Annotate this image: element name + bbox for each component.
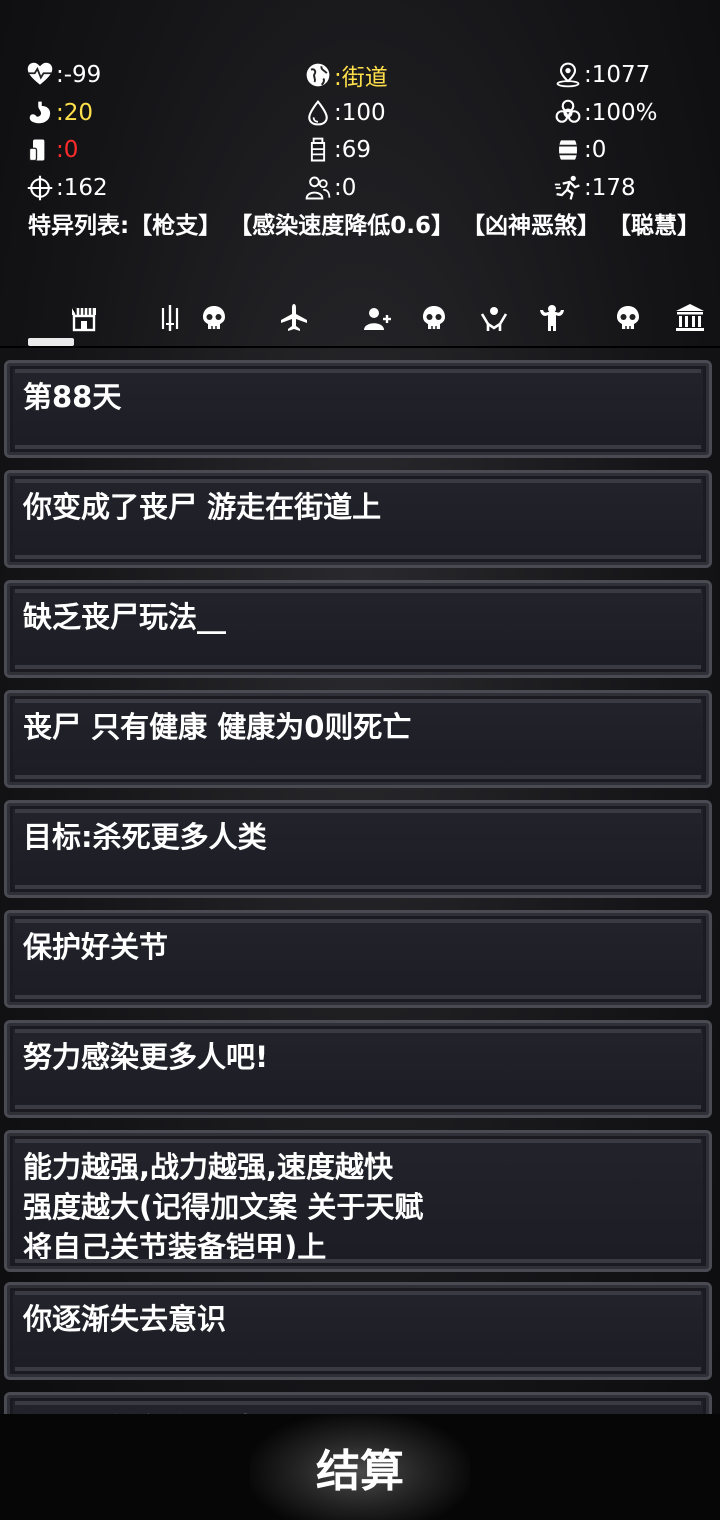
bottle-icon	[304, 136, 332, 164]
stat-item: :0	[554, 133, 606, 167]
hands-icon	[478, 302, 510, 338]
message-text: 保护好关节	[23, 930, 169, 964]
stat-item: :街道	[304, 58, 388, 92]
globe-icon	[304, 61, 332, 89]
airplane-icon	[278, 302, 310, 338]
stat-value: :20	[56, 99, 94, 126]
stat-row: :162 :0 :178	[26, 171, 706, 209]
skull-icon	[612, 302, 644, 338]
stat-value: :0	[56, 137, 79, 163]
message-text: 目标:杀死更多人类	[23, 820, 267, 854]
phone-icon	[26, 136, 54, 164]
barrel-icon	[554, 136, 582, 164]
running-icon	[554, 174, 582, 202]
stat-item: :-99	[26, 58, 101, 92]
stat-value: :0	[334, 174, 357, 201]
tab-muscle-icon[interactable]	[530, 300, 574, 340]
message-text: 你逐渐失去意识	[23, 1302, 227, 1336]
stat-item: :178	[554, 171, 636, 205]
tab-skull-icon[interactable]	[412, 300, 456, 340]
stat-value: :178	[584, 174, 636, 201]
bank-icon	[674, 302, 706, 338]
message-card: 缺乏丧尸玩法__	[4, 580, 712, 678]
stat-item: :0	[26, 133, 78, 167]
tab-shop-icon[interactable]	[62, 300, 106, 340]
tab-bank-icon[interactable]	[668, 300, 712, 340]
stat-row: :0 :69 :0	[26, 133, 706, 171]
message-card: 能力越强,战力越强,速度越快 强度越大(记得加文案 关于天赋 将自己关节装备铠甲…	[4, 1130, 712, 1272]
stat-value: :街道	[334, 65, 388, 91]
stat-value: :162	[56, 174, 108, 201]
stat-value: :100	[334, 99, 386, 126]
stat-item: :100	[304, 96, 386, 130]
location-pin-icon	[554, 61, 582, 89]
tab-skull-icon[interactable]	[606, 300, 650, 340]
stat-item: :69	[304, 133, 371, 167]
weapons-icon	[154, 302, 186, 338]
message-text: 丧尸 只有健康 健康为0则死亡	[23, 710, 412, 744]
message-card: 第88天	[4, 360, 712, 458]
tab-bar	[0, 300, 720, 348]
stat-item: :100%	[554, 96, 658, 130]
message-card: 你想想给刻在了地上	[4, 1392, 712, 1415]
skull-icon	[418, 302, 450, 338]
active-tab-indicator	[28, 338, 74, 346]
tab-hands-icon[interactable]	[472, 300, 516, 340]
shop-icon	[68, 302, 100, 338]
water-drop-icon	[304, 99, 332, 127]
skull-icon	[198, 302, 230, 338]
stat-value: :69	[334, 137, 372, 163]
stat-item: :20	[26, 96, 93, 130]
tab-add-person-icon[interactable]	[356, 300, 400, 340]
message-text: 努力感染更多人吧!	[23, 1040, 269, 1074]
tab-skull-icon[interactable]	[192, 300, 236, 340]
tab-divider	[0, 346, 720, 348]
stats-panel: :-99 :街道 :1077 :20 :100 :100% :0 :69 :0 :162 :0 :17…	[26, 58, 706, 208]
trait-list: 特异列表:【枪支】 【感染速度降低0.6】 【凶神恶煞】 【聪慧】	[28, 213, 700, 239]
message-card: 保护好关节	[4, 910, 712, 1008]
crosshair-icon	[26, 174, 54, 202]
stat-value: :0	[584, 137, 607, 163]
stat-row: :-99 :街道 :1077	[26, 58, 706, 96]
message-card: 努力感染更多人吧!	[4, 1020, 712, 1118]
bottom-bar: 结算	[0, 1414, 720, 1520]
message-text: 缺乏丧尸玩法__	[23, 600, 227, 634]
biohazard-icon	[554, 99, 582, 127]
stat-row: :20 :100 :100%	[26, 96, 706, 134]
heartbeat-icon	[26, 61, 54, 89]
stat-value: :-99	[56, 62, 102, 88]
stomach-icon	[26, 99, 54, 127]
stat-item: :0	[304, 171, 356, 205]
settle-button[interactable]: 结算	[250, 1414, 470, 1520]
message-card: 你变成了丧尸 游走在街道上	[4, 470, 712, 568]
stat-value: :1077	[584, 62, 651, 88]
message-card: 丧尸 只有健康 健康为0则死亡	[4, 690, 712, 788]
people-icon	[304, 174, 332, 202]
message-list[interactable]: 第88天你变成了丧尸 游走在街道上 缺乏丧尸玩法__ 丧尸 只有健康 健康为0则死亡…	[0, 352, 720, 1415]
muscle-icon	[536, 302, 568, 338]
message-text: 第88天	[23, 380, 122, 414]
stat-item: :1077	[554, 58, 650, 92]
message-card: 目标:杀死更多人类	[4, 800, 712, 898]
stat-value: :100%	[584, 99, 658, 126]
message-card: 你逐渐失去意识	[4, 1282, 712, 1380]
tab-airplane-icon[interactable]	[272, 300, 316, 340]
stat-item: :162	[26, 171, 108, 205]
add-person-icon	[362, 302, 394, 338]
message-text: 你变成了丧尸 游走在街道上	[23, 490, 382, 524]
message-text: 能力越强,战力越强,速度越快 强度越大(记得加文案 关于天赋 将自己关节装备铠甲…	[23, 1150, 424, 1264]
tab-weapons-icon[interactable]	[148, 300, 192, 340]
